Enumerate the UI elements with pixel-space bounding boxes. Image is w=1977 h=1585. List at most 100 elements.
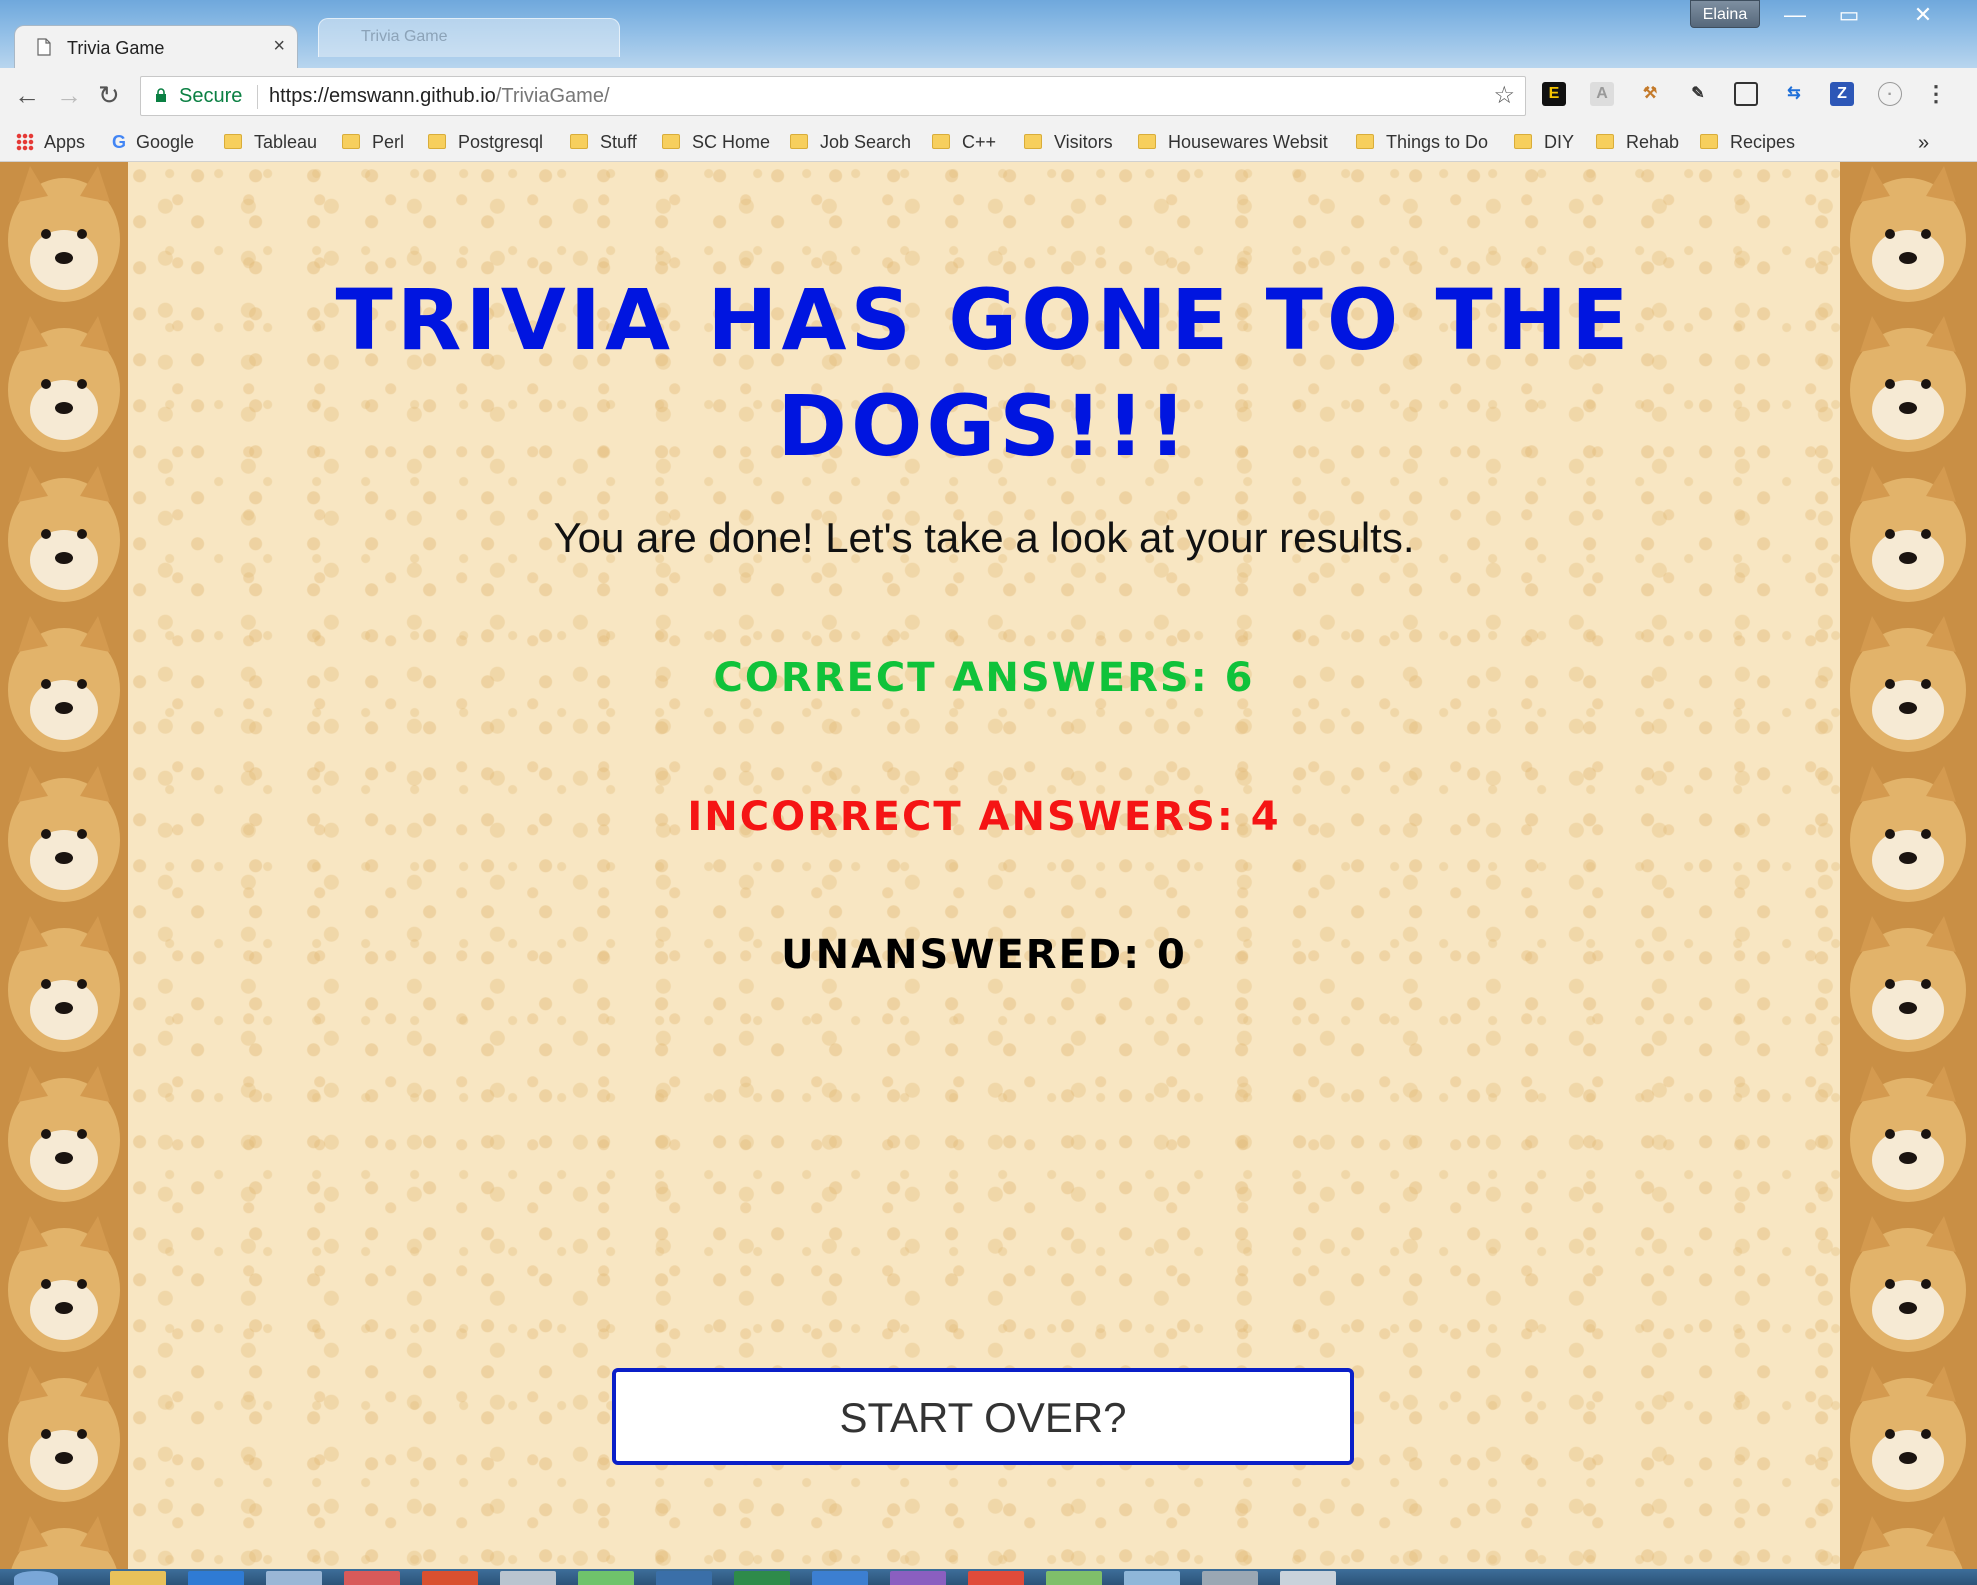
browser-tab-ghost[interactable]: Trivia Game — [318, 18, 620, 57]
start-button-icon[interactable] — [14, 1571, 58, 1585]
os-taskbar — [0, 1569, 1977, 1585]
taskbar-visual-studio-icon[interactable] — [890, 1571, 946, 1585]
bookmark-label: Perl — [372, 132, 405, 152]
page-title-line1: Trivia Has Gone To The — [335, 271, 1633, 369]
bookmark-label: Housewares Website — [1168, 132, 1328, 152]
extension-eyedropper-icon[interactable]: ✎ — [1686, 82, 1710, 106]
bookmark-perl[interactable]: Perl — [342, 132, 404, 153]
trivia-content-panel: Trivia Has Gone To The Dogs!!! You are d… — [128, 162, 1840, 1569]
taskbar-app-icon[interactable] — [500, 1571, 556, 1585]
reload-icon[interactable]: ↻ — [98, 80, 120, 111]
maximize-icon[interactable]: ▭ — [1824, 0, 1874, 30]
extension-pdf-icon[interactable]: A — [1590, 82, 1614, 106]
page-icon — [37, 38, 51, 56]
window-titlebar: Trivia Game × Trivia Game Elaina — ▭ ✕ — [0, 0, 1977, 68]
bookmark-label: DIY — [1544, 132, 1575, 152]
extension-screenshot-icon[interactable] — [1734, 82, 1758, 106]
bookmark-label: Rehab — [1626, 132, 1680, 152]
taskbar-app-icon[interactable] — [656, 1571, 712, 1585]
incorrect-answers-count: Incorrect Answers: 4 — [687, 794, 1281, 840]
extension-evernote-icon[interactable]: E — [1542, 82, 1566, 106]
bookmark-label: Things to Do — [1386, 132, 1489, 152]
extension-zotero-icon[interactable]: Z — [1830, 82, 1854, 106]
bookmark-housewares-website[interactable]: Housewares Website — [1138, 132, 1328, 153]
bookmark-label: SC Home — [692, 132, 771, 152]
taskbar-app-icon[interactable] — [1046, 1571, 1102, 1585]
unanswered-count: Unanswered: 0 — [781, 932, 1187, 978]
profile-button[interactable]: Elaina — [1690, 0, 1760, 28]
bookmark-sc-home[interactable]: SC Home — [662, 132, 770, 153]
minimize-icon[interactable]: — — [1770, 0, 1820, 30]
folder-icon — [342, 134, 360, 149]
bookmark-job-search[interactable]: Job Search — [790, 132, 911, 153]
correct-answers-count: Correct Answers: 6 — [713, 655, 1255, 701]
omnibox-divider — [257, 85, 258, 109]
taskbar-vscode-icon[interactable] — [812, 1571, 868, 1585]
extension-hammer-icon[interactable]: ⚒ — [1638, 82, 1662, 106]
folder-icon — [790, 134, 808, 149]
folder-icon — [428, 134, 446, 149]
extension-json-icon[interactable]: · — [1878, 82, 1902, 106]
taskbar-app-icon[interactable] — [578, 1571, 634, 1585]
taskbar-app-icon[interactable] — [344, 1571, 400, 1585]
taskbar-outlook-icon[interactable] — [188, 1571, 244, 1585]
bookmark-label: C++ — [962, 132, 997, 152]
bookmark-tableau[interactable]: Tableau — [224, 132, 317, 153]
url-text[interactable]: https://emswann.github.io/TriviaGame/ — [269, 85, 610, 108]
browser-tab-active[interactable]: Trivia Game × — [14, 25, 298, 68]
back-icon[interactable]: ← — [14, 80, 40, 111]
folder-icon — [932, 134, 950, 149]
page-viewport: Trivia Has Gone To The Dogs!!! You are d… — [0, 162, 1977, 1569]
taskbar-powerpoint-icon[interactable] — [422, 1571, 478, 1585]
bookmark-label: Tableau — [254, 132, 318, 152]
bookmarks-bar: Apps G Google Tableau Perl Postgresql Stu… — [0, 124, 1977, 162]
bookmark-apps[interactable]: Apps — [16, 132, 85, 153]
taskbar-app-icon[interactable] — [1202, 1571, 1258, 1585]
bookmark-recipes[interactable]: Recipes — [1700, 132, 1795, 153]
folder-icon — [1596, 134, 1614, 149]
folder-icon — [1024, 134, 1042, 149]
folder-icon — [1700, 134, 1718, 149]
taskbar-app-icon[interactable] — [266, 1571, 322, 1585]
taskbar-excel-icon[interactable] — [734, 1571, 790, 1585]
bookmark-postgresql[interactable]: Postgresql — [428, 132, 543, 153]
taskbar-explorer-icon[interactable] — [110, 1571, 166, 1585]
bookmark-label: Recipes — [1730, 132, 1796, 152]
taskbar-app-icon[interactable] — [1124, 1571, 1180, 1585]
tab-close-icon[interactable]: × — [273, 35, 285, 58]
doge-background-image — [0, 162, 128, 1569]
forward-icon[interactable]: → — [56, 80, 82, 111]
bookmark-label: Visitors — [1054, 132, 1113, 152]
folder-icon — [224, 134, 242, 149]
secure-label: Secure — [179, 85, 243, 107]
bookmark-star-icon[interactable]: ☆ — [1493, 81, 1515, 110]
google-icon: G — [112, 132, 127, 152]
taskbar-chrome-icon[interactable] — [968, 1571, 1024, 1585]
bookmark-cpp[interactable]: C++ — [932, 132, 996, 153]
bookmark-label: Job Search — [820, 132, 912, 152]
lock-icon — [156, 88, 166, 102]
folder-icon — [570, 134, 588, 149]
folder-icon — [662, 134, 680, 149]
bookmark-google[interactable]: G Google — [112, 132, 194, 153]
close-window-icon[interactable]: ✕ — [1895, 0, 1951, 30]
bookmark-label: Postgresql — [458, 132, 544, 152]
bookmark-diy[interactable]: DIY — [1514, 132, 1574, 153]
start-over-button[interactable]: START OVER? — [612, 1368, 1354, 1465]
doge-background-image — [1840, 162, 1977, 1569]
bookmark-visitors[interactable]: Visitors — [1024, 132, 1113, 153]
url-path: /TriviaGame/ — [495, 85, 610, 107]
extension-swap-icon[interactable]: ⇆ — [1782, 82, 1806, 106]
bookmark-stuff[interactable]: Stuff — [570, 132, 637, 153]
menu-icon[interactable]: ⋮ — [1924, 82, 1948, 106]
bookmarks-overflow-icon[interactable]: » — [1918, 132, 1929, 155]
taskbar-app-icon[interactable] — [1280, 1571, 1336, 1585]
bookmark-label: Apps — [44, 132, 86, 152]
url-host: https://emswann.github.io — [269, 85, 496, 107]
bookmark-things-to-do[interactable]: Things to Do — [1356, 132, 1488, 153]
address-bar[interactable]: Secure https://emswann.github.io/TriviaG… — [140, 76, 1526, 116]
bookmark-label: Stuff — [600, 132, 637, 152]
folder-icon — [1138, 134, 1156, 149]
results-intro: You are done! Let's take a look at your … — [553, 514, 1415, 561]
bookmark-rehab[interactable]: Rehab — [1596, 132, 1679, 153]
